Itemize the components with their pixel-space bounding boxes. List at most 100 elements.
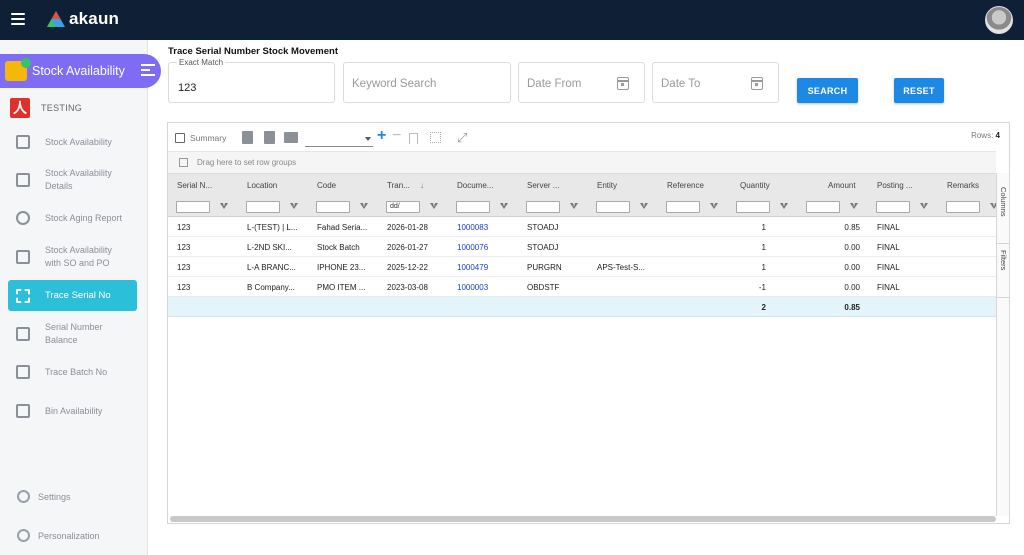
row-group-panel[interactable]: Drag here to set row groups xyxy=(168,151,996,173)
expand-icon[interactable]: ⤢ xyxy=(457,130,467,146)
document-link[interactable]: 1000003 xyxy=(457,283,515,292)
table-cell: APS-Test-S... xyxy=(597,263,646,272)
sidebar-settings[interactable]: Settings xyxy=(17,490,71,503)
sort-desc-icon[interactable]: ↓ xyxy=(420,181,424,190)
column-header[interactable]: Location xyxy=(247,181,277,190)
sidebar-item-stock-availability[interactable]: Stock Availability xyxy=(8,133,137,151)
filter-icon[interactable] xyxy=(500,203,508,209)
column-filter-input[interactable] xyxy=(806,201,840,213)
filter-icon[interactable] xyxy=(290,203,298,209)
date-to-input[interactable]: Date To xyxy=(652,62,779,103)
reset-button[interactable]: RESET xyxy=(894,78,944,103)
sidebar-item-trace-serial-no[interactable]: Trace Serial No xyxy=(8,280,137,311)
column-header[interactable]: Posting ... xyxy=(877,181,913,190)
sidebar-item-label: Stock Availability with SO and PO xyxy=(45,245,112,268)
sidebar-item-stock-aging-report[interactable]: Stock Aging Report xyxy=(8,209,137,227)
print-icon[interactable] xyxy=(284,132,298,143)
document-link[interactable]: 1000083 xyxy=(457,223,515,232)
sidebar-personalization[interactable]: Personalization xyxy=(17,529,100,542)
filter-icon[interactable] xyxy=(430,203,438,209)
column-header[interactable]: Tran... xyxy=(387,181,410,190)
menu-icon[interactable] xyxy=(11,13,25,25)
grid-select-icon[interactable] xyxy=(430,132,441,143)
sidebar-item-bin-availability[interactable]: Bin Availability xyxy=(8,402,137,420)
keyword-search-input[interactable]: Keyword Search xyxy=(343,62,511,103)
date-filter-input[interactable]: dd/ xyxy=(386,201,420,213)
table-cell: 0.00 xyxy=(844,243,860,252)
table-cell: STOADJ xyxy=(527,223,559,232)
collapse-menu-icon[interactable] xyxy=(141,64,155,76)
exact-match-label: Exact Match xyxy=(177,58,226,67)
table-cell: FINAL xyxy=(877,263,900,272)
column-header[interactable]: Remarks xyxy=(947,181,979,190)
table-cell: Fahad Seria... xyxy=(317,223,368,232)
column-header[interactable]: Docume... xyxy=(457,181,493,190)
sidebar-item-trace-batch-no[interactable]: Trace Batch No xyxy=(8,363,137,381)
column-header[interactable]: Server ... xyxy=(527,181,559,190)
user-avatar[interactable] xyxy=(985,6,1013,34)
org-selector[interactable]: 人 TESTING xyxy=(10,98,82,118)
table-row[interactable]: 123 L-2ND SKI... Stock Batch 2026-01-27 1000… xyxy=(168,238,996,257)
file-icon[interactable] xyxy=(264,131,275,144)
filter-icon[interactable] xyxy=(850,203,858,209)
filter-icon[interactable] xyxy=(710,203,718,209)
total-amount: 0.85 xyxy=(844,303,860,312)
page-title: Trace Serial Number Stock Movement xyxy=(168,46,339,57)
app-logo[interactable]: akaun xyxy=(46,9,119,29)
column-header[interactable]: Serial N... xyxy=(177,181,212,190)
filter-icon[interactable] xyxy=(640,203,648,209)
column-filter-input[interactable] xyxy=(246,201,280,213)
column-filter-input[interactable] xyxy=(666,201,700,213)
sidebar-item-serial-number-balance[interactable]: Serial Number Balance xyxy=(8,320,137,348)
horizontal-scrollbar[interactable] xyxy=(170,516,996,522)
column-header-row: Serial N... Location Code Tran... ↓ Docu… xyxy=(168,173,996,195)
view-select[interactable] xyxy=(305,130,373,147)
column-filter-input[interactable] xyxy=(176,201,210,213)
exact-match-value[interactable]: 123 xyxy=(178,82,196,94)
column-header[interactable]: Reference xyxy=(667,181,704,190)
exact-match-field[interactable]: Exact Match 123 xyxy=(168,58,335,103)
sidebar-item-stock-availability-so-po[interactable]: Stock Availability with SO and PO xyxy=(8,243,137,271)
summary-checkbox[interactable] xyxy=(175,133,185,143)
table-row[interactable]: 123 L-A BRANC... IPHONE 23... 2025-12-22 100… xyxy=(168,258,996,277)
date-from-input[interactable]: Date From xyxy=(518,62,645,103)
table-row[interactable]: 123 B Company... PMO ITEM ... 2023-03-08 100… xyxy=(168,278,996,297)
filter-icon[interactable] xyxy=(780,203,788,209)
filter-icon[interactable] xyxy=(220,203,228,209)
column-filter-input[interactable] xyxy=(876,201,910,213)
table-cell: 123 xyxy=(177,243,191,252)
sidebar-item-label: Stock Aging Report xyxy=(45,212,123,223)
calendar-icon[interactable] xyxy=(751,77,763,90)
search-button[interactable]: SEARCH xyxy=(797,78,858,103)
sidebar-item-stock-availability-details[interactable]: Stock Availability Details xyxy=(8,166,137,194)
column-filter-input[interactable] xyxy=(456,201,490,213)
bookmark-icon[interactable] xyxy=(409,133,418,144)
remove-icon[interactable]: − xyxy=(392,127,401,145)
add-icon[interactable]: + xyxy=(377,127,386,145)
module-header[interactable]: Stock Availability xyxy=(0,54,161,88)
document-link[interactable]: 1000076 xyxy=(457,243,515,252)
calendar-icon[interactable] xyxy=(617,77,629,90)
column-header[interactable]: Quantity xyxy=(740,181,770,190)
table-row[interactable]: 123 L-(TEST) | L... Fahad Seria... 2026-01-… xyxy=(168,218,996,237)
summary-label: Summary xyxy=(190,133,227,143)
column-filter-input[interactable] xyxy=(596,201,630,213)
columns-tab[interactable]: Columns xyxy=(997,173,1010,244)
column-filter-input[interactable] xyxy=(946,201,980,213)
table-cell: 1 xyxy=(761,243,766,252)
column-header[interactable]: Code xyxy=(317,181,336,190)
column-filter-input[interactable] xyxy=(316,201,350,213)
document-link[interactable]: 1000479 xyxy=(457,263,515,272)
filter-icon[interactable] xyxy=(570,203,578,209)
list-icon xyxy=(16,404,30,418)
column-header[interactable]: Entity xyxy=(597,181,617,190)
person-icon xyxy=(17,529,30,542)
document-icon[interactable] xyxy=(242,131,253,144)
column-header[interactable]: Amount xyxy=(828,181,856,190)
filters-tab[interactable]: Filters xyxy=(997,244,1010,298)
column-filter-input[interactable] xyxy=(526,201,560,213)
filter-icon[interactable] xyxy=(360,203,368,209)
column-filter-input[interactable] xyxy=(736,201,770,213)
filter-icon[interactable] xyxy=(920,203,928,209)
table-cell: L-(TEST) | L... xyxy=(247,223,298,232)
